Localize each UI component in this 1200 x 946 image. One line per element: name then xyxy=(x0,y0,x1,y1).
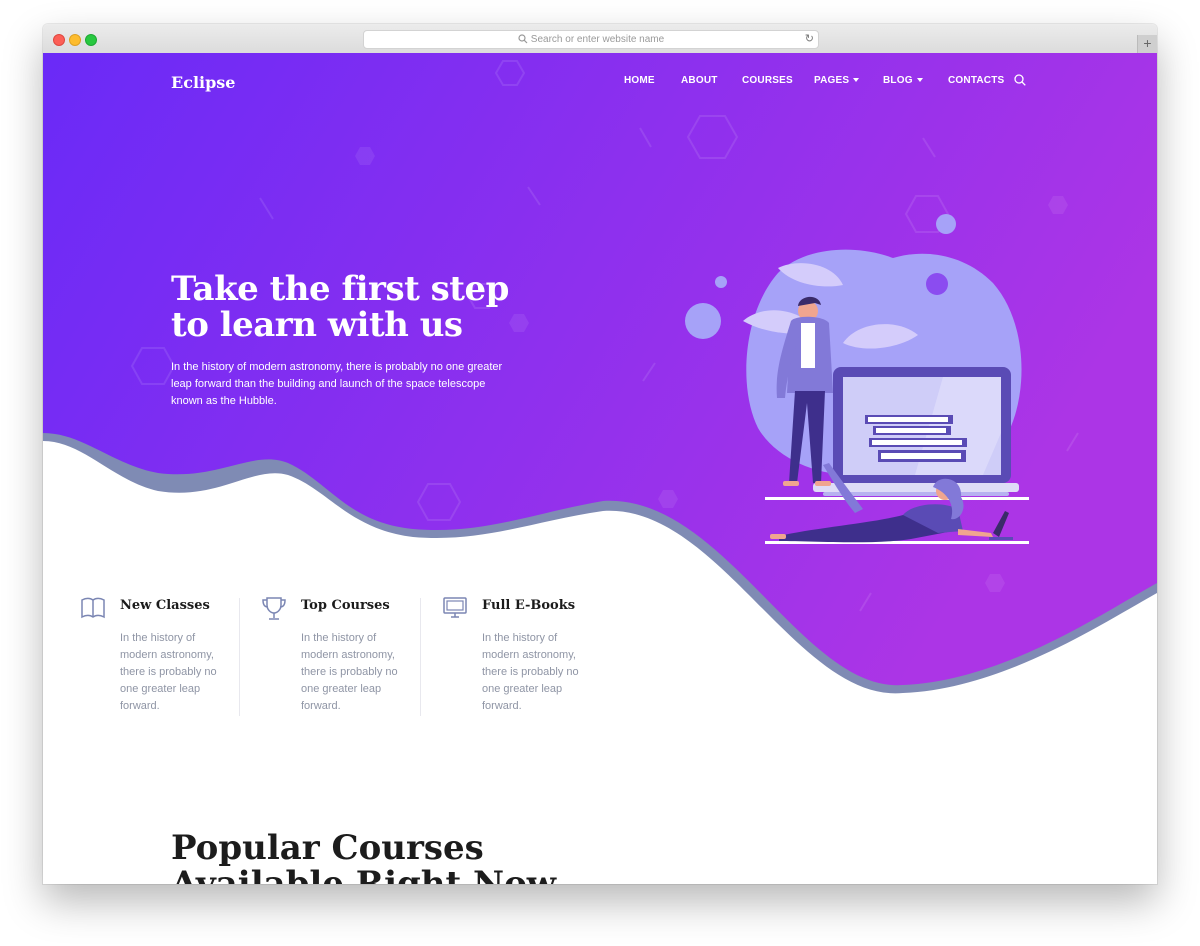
nav-item-label: COURSES xyxy=(742,75,793,86)
nav-item-courses[interactable]: COURSES xyxy=(742,75,793,86)
feature-top-courses: Top Courses In the history of modern ast… xyxy=(261,596,431,716)
minimize-window-button[interactable] xyxy=(69,34,81,46)
caret-down-icon xyxy=(853,78,860,83)
main-nav: HOME ABOUT COURSES PAGES BLOG CONTACTS xyxy=(43,75,1157,91)
monitor-icon xyxy=(443,597,467,618)
caret-down-icon xyxy=(916,78,923,83)
nav-item-label: PAGES xyxy=(814,75,850,86)
divider xyxy=(239,598,240,716)
trophy-icon xyxy=(262,597,286,620)
feature-text: In the history of modern astronomy, ther… xyxy=(482,632,579,712)
feature-text: In the history of modern astronomy, ther… xyxy=(301,632,398,712)
nav-item-label: HOME xyxy=(624,75,655,86)
search-icon xyxy=(518,34,528,44)
nav-item-pages[interactable]: PAGES xyxy=(814,75,860,86)
popular-courses-heading: Popular Courses Available Right Now xyxy=(171,830,556,884)
feature-text: In the history of modern astronomy, ther… xyxy=(120,632,217,712)
hero-description: In the history of modern astronomy, ther… xyxy=(171,361,503,407)
reload-icon[interactable]: ↻ xyxy=(805,31,814,48)
hero-title-line-2: to learn with us xyxy=(171,305,463,345)
feature-title: New Classes xyxy=(120,598,210,613)
nav-item-label: ABOUT xyxy=(681,75,718,86)
nav-item-label: CONTACTS xyxy=(948,75,1005,86)
feature-new-classes: New Classes In the history of modern ast… xyxy=(80,596,250,716)
close-window-button[interactable] xyxy=(53,34,65,46)
hero-title-line-1: Take the first step xyxy=(171,269,509,309)
web-page: Eclipse HOME ABOUT COURSES PAGES BLOG CO… xyxy=(43,53,1157,884)
address-bar[interactable]: Search or enter website name ↻ xyxy=(363,30,819,49)
new-tab-button[interactable]: + xyxy=(1137,35,1157,53)
browser-titlebar: Search or enter website name ↻ + xyxy=(43,24,1157,54)
popular-title-line-1: Popular Courses xyxy=(171,828,484,868)
divider xyxy=(420,598,421,716)
nav-item-label: BLOG xyxy=(883,75,913,86)
nav-item-contacts[interactable]: CONTACTS xyxy=(948,75,1004,86)
address-bar-placeholder: Search or enter website name xyxy=(530,34,665,45)
feature-full-ebooks: Full E-Books In the history of modern as… xyxy=(442,596,612,716)
feature-title: Top Courses xyxy=(301,598,390,613)
hero-title: Take the first step to learn with us xyxy=(171,271,551,343)
nav-item-about[interactable]: ABOUT xyxy=(681,75,718,86)
browser-window: Search or enter website name ↻ + Eclipse… xyxy=(43,24,1157,884)
popular-title-line-2: Available Right Now xyxy=(171,864,557,884)
search-icon[interactable] xyxy=(1014,74,1026,86)
feature-title: Full E-Books xyxy=(482,598,576,613)
hero-background xyxy=(43,53,1157,884)
nav-item-home[interactable]: HOME xyxy=(624,75,655,86)
nav-item-blog[interactable]: BLOG xyxy=(883,75,923,86)
maximize-window-button[interactable] xyxy=(85,34,97,46)
book-icon xyxy=(81,597,105,619)
